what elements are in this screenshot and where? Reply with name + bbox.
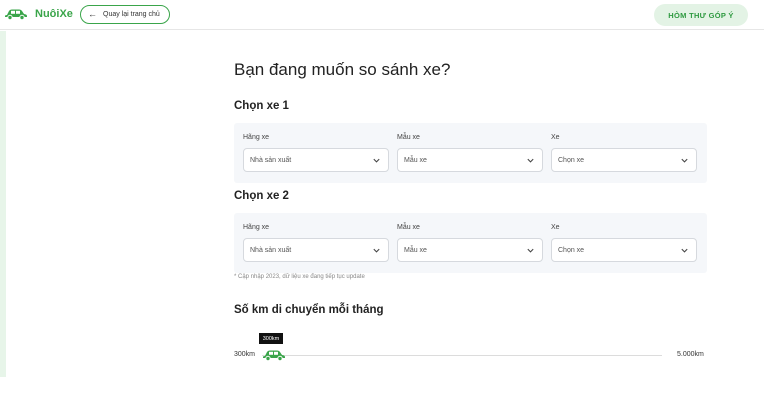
car-1-model-select[interactable]: Mẫu xe [397,148,543,172]
car-1-selector-panel: Hãng xe Mẫu xe Xe Nhà sản xuất Mẫu xe Ch… [234,123,707,183]
brand-label: Hãng xe [243,134,270,141]
feedback-button[interactable]: HÒM THƯ GÓP Ý [654,4,748,26]
chevron-down-icon [527,158,534,163]
car-1-heading: Chọn xe 1 [234,100,289,112]
select-placeholder: Nhà sản xuất [250,246,292,254]
slider-max-label: 5.000km [677,351,704,358]
left-accent-strip [0,31,6,377]
select-placeholder: Mẫu xe [404,246,427,254]
chevron-down-icon [373,248,380,253]
chevron-down-icon [527,248,534,253]
car-label: Xe [551,134,560,141]
top-navigation-bar: NuôiXe ← Quay lại trang chủ HÒM THƯ GÓP … [0,0,764,30]
car-1-brand-select[interactable]: Nhà sản xuất [243,148,389,172]
chevron-down-icon [681,248,688,253]
car-2-selector-panel: Hãng xe Mẫu xe Xe Nhà sản xuất Mẫu xe Ch… [234,213,707,273]
car-2-car-select[interactable]: Chọn xe [551,238,697,262]
select-placeholder: Mẫu xe [404,156,427,164]
car-2-model-select[interactable]: Mẫu xe [397,238,543,262]
car-label: Xe [551,224,560,231]
select-placeholder: Nhà sản xuất [250,156,292,164]
page-title: Bạn đang muốn so sánh xe? [234,60,451,79]
chevron-down-icon [681,158,688,163]
arrow-left-icon: ← [88,9,97,19]
brand-label: Hãng xe [243,224,270,231]
car-1-car-select[interactable]: Chọn xe [551,148,697,172]
select-placeholder: Chọn xe [558,156,585,164]
model-label: Mẫu xe [397,134,420,141]
car-icon [5,9,27,20]
slider-value-tooltip: 300km [259,333,283,344]
distance-heading: Số km di chuyển mỗi tháng [234,304,384,316]
data-update-note: * Cập nhập 2023, dữ liệu xe đang tiếp tụ… [234,274,365,280]
car-2-brand-select[interactable]: Nhà sản xuất [243,238,389,262]
model-label: Mẫu xe [397,224,420,231]
logo[interactable]: NuôiXe [4,7,73,20]
logo-text: NuôiXe [35,7,73,20]
back-to-home-button[interactable]: ← Quay lại trang chủ [80,5,170,24]
slider-min-label: 300km [234,351,256,358]
select-placeholder: Chọn xe [558,246,585,254]
car-2-heading: Chọn xe 2 [234,190,289,202]
car-icon[interactable] [262,348,286,361]
distance-slider-track[interactable] [262,355,662,356]
back-to-home-label: Quay lại trang chủ [103,11,160,18]
chevron-down-icon [373,158,380,163]
